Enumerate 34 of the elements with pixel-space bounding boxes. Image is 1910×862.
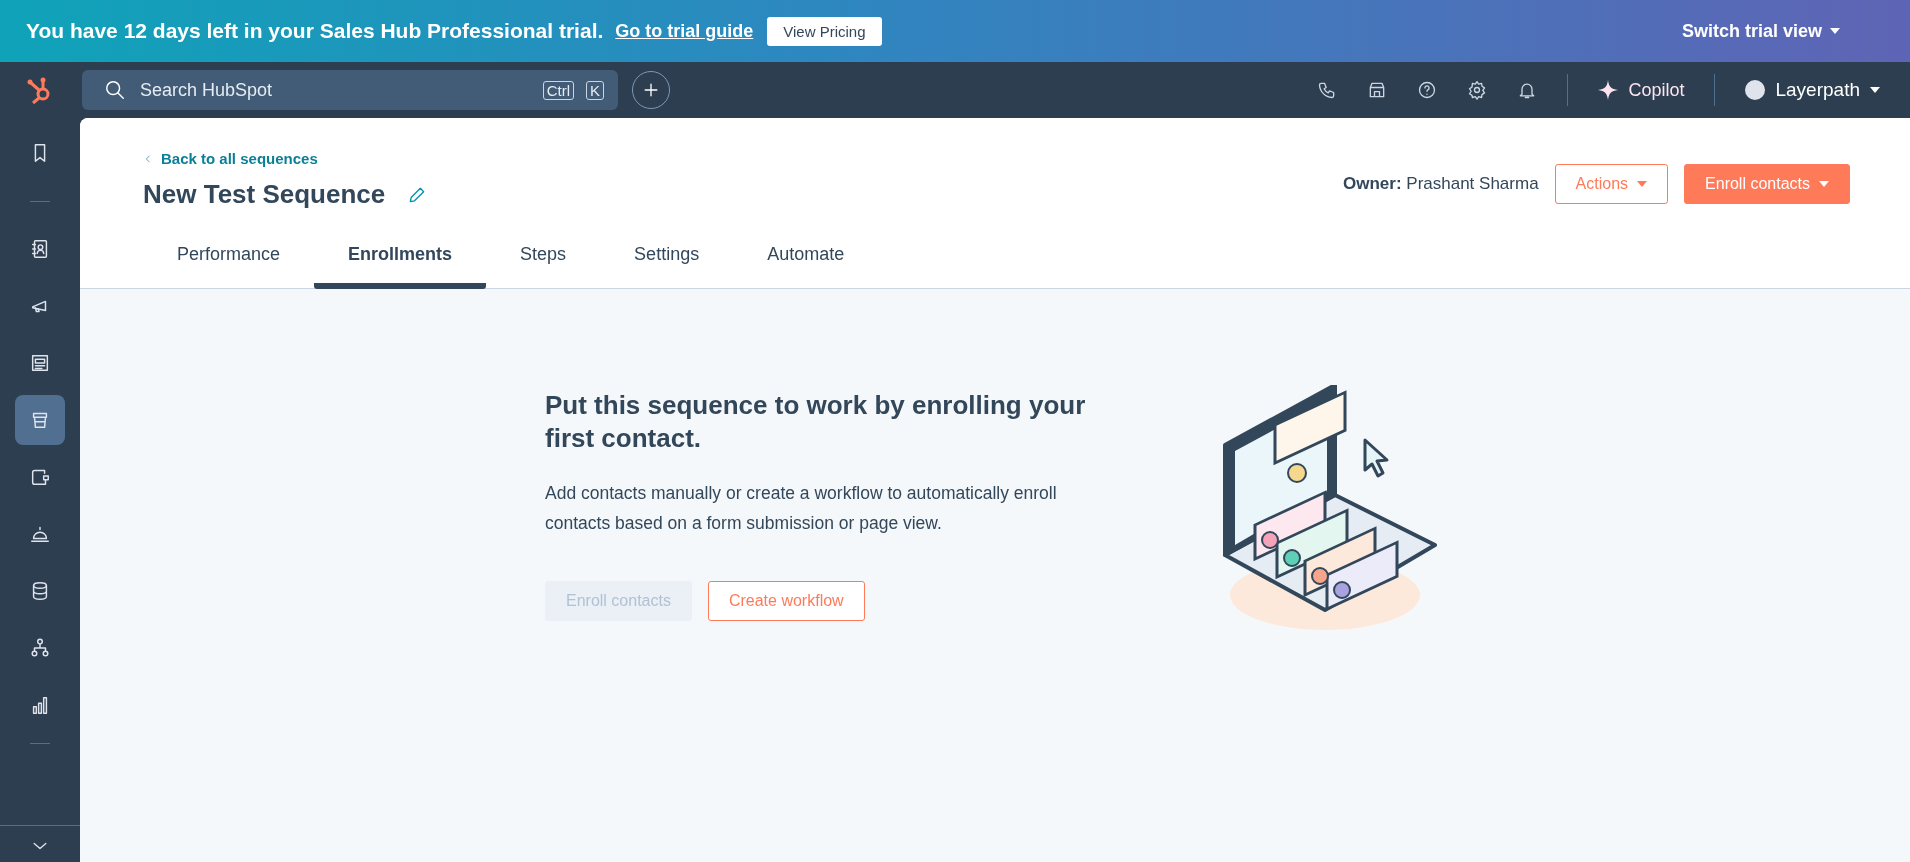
tab[interactable]: Performance <box>143 232 315 289</box>
tab[interactable]: Enrollments <box>314 232 487 289</box>
caret-icon <box>1870 87 1880 93</box>
settings-icon[interactable] <box>1467 80 1488 100</box>
help-icon[interactable] <box>1417 80 1438 100</box>
sparkle-icon <box>1598 80 1619 100</box>
caret-icon <box>1637 181 1648 187</box>
caret-icon <box>1819 181 1829 187</box>
tab[interactable]: Settings <box>600 232 734 289</box>
empty-state-description: Add contacts manually or create a workflow to automatically enroll contacts based on a form submission or page view. <box>545 481 1058 536</box>
account-menu[interactable]: Layerpath <box>1745 79 1880 101</box>
sequence-title: New Test Sequence <box>143 179 386 210</box>
back-link-text[interactable]: Back to all sequences <box>161 150 318 167</box>
avatar-icon <box>1745 80 1766 100</box>
sidebar-item[interactable] <box>15 395 65 445</box>
view-pricing-button[interactable]: View Pricing <box>767 16 882 46</box>
trial-message: You have 12 days left in your Sales Hub Professional trial. <box>26 19 604 43</box>
chevron-left-icon <box>143 153 153 164</box>
search-bar[interactable]: Search HubSpot Ctrl K <box>82 70 618 110</box>
trial-guide-link[interactable]: Go to trial guide <box>615 20 754 42</box>
owner-text: Owner: Prashant Sharma <box>1343 174 1539 194</box>
search-icon <box>104 79 126 101</box>
caret-icon <box>1830 28 1840 34</box>
copilot-button[interactable]: Copilot <box>1598 79 1685 101</box>
document-icon <box>29 352 51 374</box>
hierarchy-icon <box>29 637 51 659</box>
keyboard-key: K <box>586 80 604 100</box>
empty-state-heading: Put this sequence to work by enrolling your first contact. <box>545 389 1087 456</box>
switch-trial-view-dropdown[interactable]: Switch trial view <box>1681 20 1840 42</box>
keyboard-key: Ctrl <box>542 80 574 100</box>
search-field[interactable]: Search HubSpot <box>138 78 531 102</box>
back-link[interactable]: Back to all sequences <box>143 150 428 167</box>
tab[interactable]: Steps <box>486 232 601 289</box>
tab[interactable]: Automate <box>733 232 879 289</box>
